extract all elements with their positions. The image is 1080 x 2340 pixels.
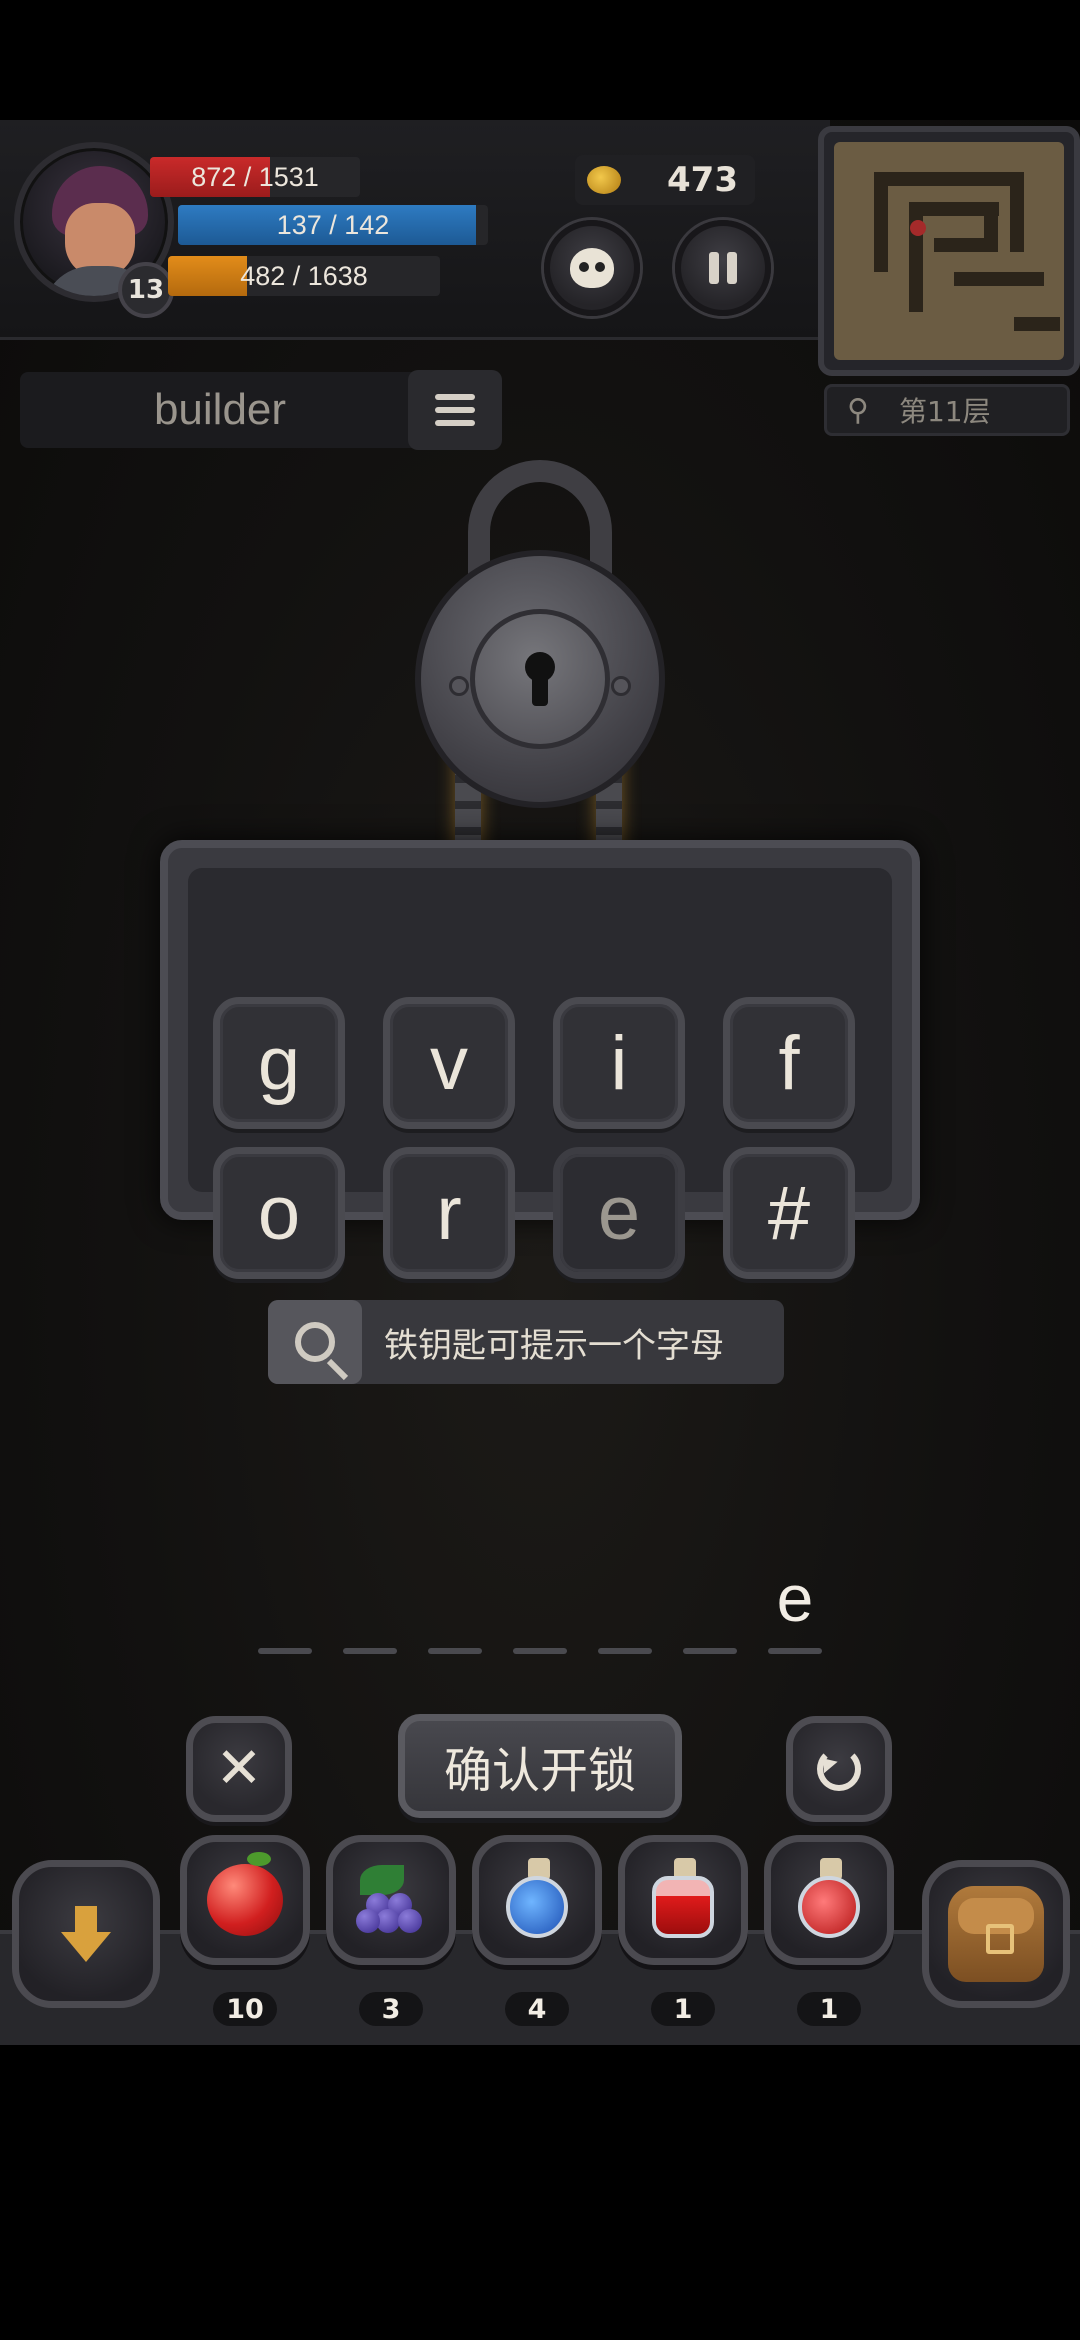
floor-indicator[interactable]: ⚲ 第11层	[824, 384, 1070, 436]
gold-counter: 473	[575, 155, 755, 205]
hint-box[interactable]: 铁钥匙可提示一个字母	[268, 1300, 784, 1384]
letter-tile[interactable]: i	[553, 997, 685, 1129]
keyhole-icon	[525, 652, 555, 706]
hint-button[interactable]	[268, 1300, 362, 1384]
answer-slot[interactable]	[768, 1648, 822, 1654]
magnifier-icon	[295, 1322, 335, 1362]
item-count: 3	[359, 1992, 423, 2026]
level-badge: 13	[118, 262, 174, 318]
answer-slot[interactable]	[598, 1648, 652, 1654]
answer-slot[interactable]	[683, 1648, 737, 1654]
padlock-icon	[415, 550, 665, 808]
letter-tile[interactable]: e	[553, 1147, 685, 1279]
item-slot-blue-potion[interactable]	[472, 1835, 602, 1965]
item-count: 4	[505, 1992, 569, 2026]
answer-slot[interactable]	[258, 1648, 312, 1654]
item-count: 1	[797, 1992, 861, 2026]
red-potion-small-icon	[794, 1858, 864, 1942]
letter-tile[interactable]: f	[723, 997, 855, 1129]
item-count: 10	[213, 1992, 277, 2026]
letter-tile[interactable]: r	[383, 1147, 515, 1279]
backpack-button[interactable]	[922, 1860, 1070, 2008]
word-label-text: builder	[153, 385, 287, 434]
pet-icon	[570, 248, 614, 288]
item-count: 1	[651, 1992, 715, 2026]
pause-button[interactable]	[675, 220, 771, 316]
search-icon: ⚲	[847, 392, 869, 428]
item-slot-red-potion-large[interactable]	[618, 1835, 748, 1965]
hint-text: 铁钥匙可提示一个字母	[384, 1325, 724, 1366]
blue-potion-icon	[502, 1858, 572, 1942]
letter-tile[interactable]: #	[723, 1147, 855, 1279]
minimap[interactable]	[818, 126, 1080, 376]
backpack-icon	[948, 1886, 1044, 1982]
pet-button[interactable]	[544, 220, 640, 316]
xp-text: 482 / 1638	[240, 260, 368, 291]
xp-bar: 482 / 1638	[168, 256, 440, 296]
mp-text: 137 / 142	[276, 209, 390, 240]
letter-tile[interactable]: g	[213, 997, 345, 1129]
game-screen: 13 872 / 1531 137 / 142 482 / 1638 473 ⚲…	[0, 120, 1080, 2045]
grape-icon	[356, 1865, 426, 1935]
item-slot-grape[interactable]	[326, 1835, 456, 1965]
list-icon	[435, 394, 475, 400]
gold-value: 473	[667, 160, 738, 200]
clear-button[interactable]: ✕	[186, 1716, 292, 1822]
minimap-walls	[874, 172, 1060, 331]
player-marker-icon	[910, 220, 926, 236]
gold-coin-icon	[587, 166, 621, 194]
hp-bar: 872 / 1531	[150, 157, 360, 197]
confirm-unlock-button[interactable]: 确认开锁	[398, 1714, 682, 1818]
pause-icon	[709, 252, 737, 284]
letter-tile[interactable]: v	[383, 997, 515, 1129]
apple-icon	[207, 1852, 283, 1936]
answer-slot[interactable]	[513, 1648, 567, 1654]
descend-button[interactable]	[12, 1860, 160, 2008]
arrow-down-icon	[61, 1906, 111, 1962]
red-potion-large-icon	[648, 1858, 718, 1942]
reset-button[interactable]	[786, 1716, 892, 1822]
answer-letter: e	[776, 1561, 814, 1635]
item-slot-red-potion-small[interactable]	[764, 1835, 894, 1965]
refresh-icon	[817, 1747, 861, 1791]
floor-label: 第11层	[898, 395, 991, 428]
answer-slot[interactable]	[343, 1648, 397, 1654]
item-slot-apple[interactable]	[180, 1835, 310, 1965]
menu-button[interactable]	[408, 370, 502, 450]
close-icon: ✕	[215, 1736, 263, 1801]
hp-text: 872 / 1531	[191, 161, 319, 192]
letter-tile[interactable]: o	[213, 1147, 345, 1279]
answer-slot[interactable]	[428, 1648, 482, 1654]
mp-bar: 137 / 142	[178, 205, 488, 245]
